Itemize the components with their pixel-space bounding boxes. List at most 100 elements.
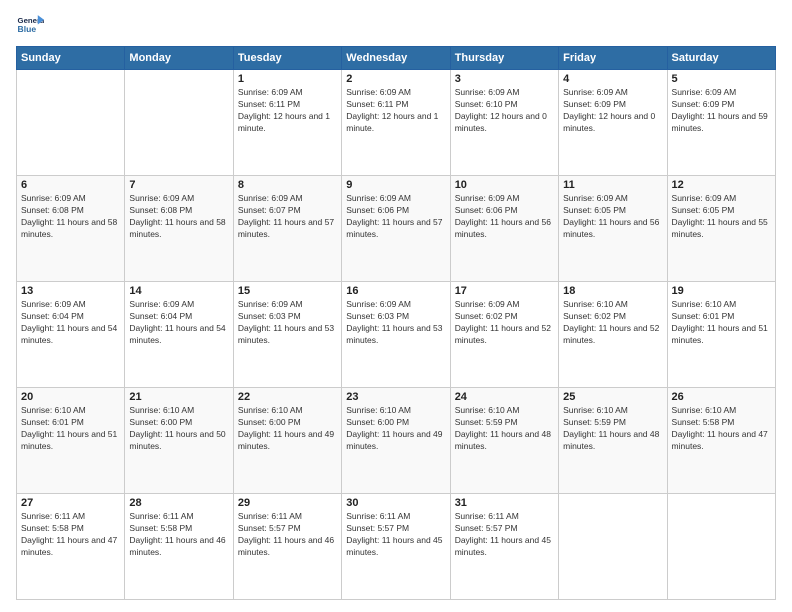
- cell-info: Sunrise: 6:09 AMSunset: 6:11 PMDaylight:…: [346, 87, 445, 135]
- cell-info: Sunrise: 6:09 AMSunset: 6:04 PMDaylight:…: [129, 299, 228, 347]
- day-number: 18: [563, 285, 662, 297]
- calendar-cell: 15 Sunrise: 6:09 AMSunset: 6:03 PMDayligh…: [233, 282, 341, 388]
- calendar-cell: 3 Sunrise: 6:09 AMSunset: 6:10 PMDaylight…: [450, 70, 558, 176]
- cell-info: Sunrise: 6:11 AMSunset: 5:57 PMDaylight:…: [238, 511, 337, 559]
- calendar-table: SundayMondayTuesdayWednesdayThursdayFrid…: [16, 46, 776, 600]
- cell-info: Sunrise: 6:10 AMSunset: 6:01 PMDaylight:…: [672, 299, 771, 347]
- cell-info: Sunrise: 6:09 AMSunset: 6:11 PMDaylight:…: [238, 87, 337, 135]
- weekday-header-wednesday: Wednesday: [342, 47, 450, 70]
- calendar-cell: 6 Sunrise: 6:09 AMSunset: 6:08 PMDaylight…: [17, 176, 125, 282]
- cell-info: Sunrise: 6:11 AMSunset: 5:58 PMDaylight:…: [21, 511, 120, 559]
- day-number: 26: [672, 391, 771, 403]
- day-number: 25: [563, 391, 662, 403]
- calendar-cell: 22 Sunrise: 6:10 AMSunset: 6:00 PMDayligh…: [233, 388, 341, 494]
- calendar-cell: 14Sunrise: 6:09 AMSunset: 6:04 PMDayligh…: [125, 282, 233, 388]
- day-number: 28: [129, 497, 228, 509]
- calendar-cell: 5Sunrise: 6:09 AMSunset: 6:09 PMDaylight…: [667, 70, 775, 176]
- day-number: 23: [346, 391, 445, 403]
- calendar-cell: 20Sunrise: 6:10 AMSunset: 6:01 PMDayligh…: [17, 388, 125, 494]
- weekday-header-tuesday: Tuesday: [233, 47, 341, 70]
- day-number: 7: [129, 179, 228, 191]
- weekday-header-friday: Friday: [559, 47, 667, 70]
- calendar-cell: [17, 70, 125, 176]
- day-number: 22: [238, 391, 337, 403]
- calendar-cell: [667, 494, 775, 600]
- calendar-cell: 31Sunrise: 6:11 AMSunset: 5:57 PMDayligh…: [450, 494, 558, 600]
- svg-text:Blue: Blue: [18, 24, 37, 34]
- calendar-cell: 16 Sunrise: 6:09 AMSunset: 6:03 PMDayligh…: [342, 282, 450, 388]
- week-row-5: 27 Sunrise: 6:11 AMSunset: 5:58 PMDayligh…: [17, 494, 776, 600]
- cell-info: Sunrise: 6:10 AMSunset: 5:58 PMDaylight:…: [672, 405, 771, 453]
- cell-info: Sunrise: 6:09 AMSunset: 6:09 PMDaylight:…: [672, 87, 771, 135]
- day-number: 11: [563, 179, 662, 191]
- calendar-cell: 13 Sunrise: 6:09 AMSunset: 6:04 PMDayligh…: [17, 282, 125, 388]
- day-number: 15: [238, 285, 337, 297]
- cell-info: Sunrise: 6:09 AMSunset: 6:04 PMDaylight:…: [21, 299, 120, 347]
- calendar-cell: 4 Sunrise: 6:09 AMSunset: 6:09 PMDaylight…: [559, 70, 667, 176]
- calendar-cell: 21 Sunrise: 6:10 AMSunset: 6:00 PMDayligh…: [125, 388, 233, 494]
- calendar-cell: 1 Sunrise: 6:09 AMSunset: 6:11 PMDaylight…: [233, 70, 341, 176]
- cell-info: Sunrise: 6:09 AMSunset: 6:10 PMDaylight:…: [455, 87, 554, 135]
- day-number: 31: [455, 497, 554, 509]
- day-number: 1: [238, 73, 337, 85]
- day-number: 16: [346, 285, 445, 297]
- day-number: 13: [21, 285, 120, 297]
- logo-icon: General Blue: [16, 12, 44, 40]
- calendar-cell: 28 Sunrise: 6:11 AMSunset: 5:58 PMDayligh…: [125, 494, 233, 600]
- cell-info: Sunrise: 6:11 AMSunset: 5:58 PMDaylight:…: [129, 511, 228, 559]
- cell-info: Sunrise: 6:09 AMSunset: 6:07 PMDaylight:…: [238, 193, 337, 241]
- calendar-cell: 26 Sunrise: 6:10 AMSunset: 5:58 PMDayligh…: [667, 388, 775, 494]
- cell-info: Sunrise: 6:09 AMSunset: 6:09 PMDaylight:…: [563, 87, 662, 135]
- cell-info: Sunrise: 6:09 AMSunset: 6:03 PMDaylight:…: [346, 299, 445, 347]
- cell-info: Sunrise: 6:09 AMSunset: 6:02 PMDaylight:…: [455, 299, 554, 347]
- calendar-cell: 2 Sunrise: 6:09 AMSunset: 6:11 PMDaylight…: [342, 70, 450, 176]
- calendar-cell: 7Sunrise: 6:09 AMSunset: 6:08 PMDaylight…: [125, 176, 233, 282]
- cell-info: Sunrise: 6:09 AMSunset: 6:03 PMDaylight:…: [238, 299, 337, 347]
- day-number: 4: [563, 73, 662, 85]
- day-number: 2: [346, 73, 445, 85]
- day-number: 12: [672, 179, 771, 191]
- day-number: 27: [21, 497, 120, 509]
- week-row-4: 20Sunrise: 6:10 AMSunset: 6:01 PMDayligh…: [17, 388, 776, 494]
- cell-info: Sunrise: 6:09 AMSunset: 6:06 PMDaylight:…: [455, 193, 554, 241]
- weekday-header-thursday: Thursday: [450, 47, 558, 70]
- day-number: 10: [455, 179, 554, 191]
- day-number: 29: [238, 497, 337, 509]
- calendar-cell: 30 Sunrise: 6:11 AMSunset: 5:57 PMDayligh…: [342, 494, 450, 600]
- calendar-cell: 8 Sunrise: 6:09 AMSunset: 6:07 PMDaylight…: [233, 176, 341, 282]
- calendar-cell: 19Sunrise: 6:10 AMSunset: 6:01 PMDayligh…: [667, 282, 775, 388]
- day-number: 6: [21, 179, 120, 191]
- cell-info: Sunrise: 6:09 AMSunset: 6:05 PMDaylight:…: [672, 193, 771, 241]
- week-row-2: 6 Sunrise: 6:09 AMSunset: 6:08 PMDaylight…: [17, 176, 776, 282]
- cell-info: Sunrise: 6:10 AMSunset: 6:00 PMDaylight:…: [346, 405, 445, 453]
- calendar-cell: [125, 70, 233, 176]
- weekday-header-row: SundayMondayTuesdayWednesdayThursdayFrid…: [17, 47, 776, 70]
- cell-info: Sunrise: 6:10 AMSunset: 6:00 PMDaylight:…: [238, 405, 337, 453]
- calendar-cell: 25Sunrise: 6:10 AMSunset: 5:59 PMDayligh…: [559, 388, 667, 494]
- calendar-cell: 17Sunrise: 6:09 AMSunset: 6:02 PMDayligh…: [450, 282, 558, 388]
- cell-info: Sunrise: 6:11 AMSunset: 5:57 PMDaylight:…: [346, 511, 445, 559]
- calendar-cell: 23 Sunrise: 6:10 AMSunset: 6:00 PMDayligh…: [342, 388, 450, 494]
- calendar-cell: 27 Sunrise: 6:11 AMSunset: 5:58 PMDayligh…: [17, 494, 125, 600]
- day-number: 30: [346, 497, 445, 509]
- calendar-cell: 12 Sunrise: 6:09 AMSunset: 6:05 PMDayligh…: [667, 176, 775, 282]
- cell-info: Sunrise: 6:09 AMSunset: 6:06 PMDaylight:…: [346, 193, 445, 241]
- day-number: 8: [238, 179, 337, 191]
- calendar-cell: 11 Sunrise: 6:09 AMSunset: 6:05 PMDayligh…: [559, 176, 667, 282]
- page: General Blue SundayMondayTuesdayWednesda…: [0, 0, 792, 612]
- calendar-cell: 29 Sunrise: 6:11 AMSunset: 5:57 PMDayligh…: [233, 494, 341, 600]
- day-number: 3: [455, 73, 554, 85]
- day-number: 20: [21, 391, 120, 403]
- weekday-header-sunday: Sunday: [17, 47, 125, 70]
- cell-info: Sunrise: 6:09 AMSunset: 6:05 PMDaylight:…: [563, 193, 662, 241]
- day-number: 9: [346, 179, 445, 191]
- week-row-1: 1 Sunrise: 6:09 AMSunset: 6:11 PMDaylight…: [17, 70, 776, 176]
- week-row-3: 13 Sunrise: 6:09 AMSunset: 6:04 PMDayligh…: [17, 282, 776, 388]
- cell-info: Sunrise: 6:10 AMSunset: 5:59 PMDaylight:…: [455, 405, 554, 453]
- cell-info: Sunrise: 6:09 AMSunset: 6:08 PMDaylight:…: [21, 193, 120, 241]
- cell-info: Sunrise: 6:10 AMSunset: 6:02 PMDaylight:…: [563, 299, 662, 347]
- day-number: 21: [129, 391, 228, 403]
- calendar-cell: 9 Sunrise: 6:09 AMSunset: 6:06 PMDaylight…: [342, 176, 450, 282]
- cell-info: Sunrise: 6:10 AMSunset: 6:00 PMDaylight:…: [129, 405, 228, 453]
- calendar-cell: [559, 494, 667, 600]
